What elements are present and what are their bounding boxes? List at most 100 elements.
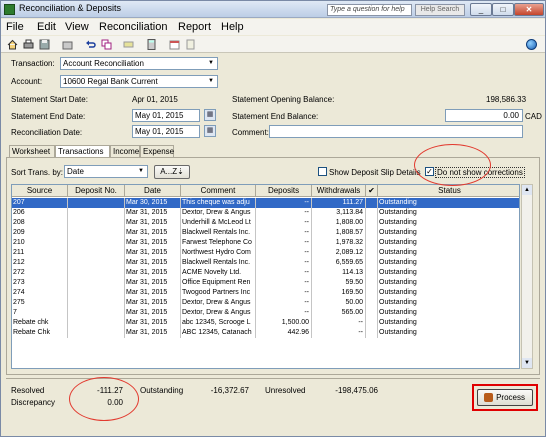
menu-help[interactable]: Help [221,21,244,33]
close-button[interactable]: ✕ [514,3,544,16]
table-row[interactable]: 274 Mar 31, 2015 Twogood Partners Inc -- 169… [12,288,519,298]
transaction-select[interactable]: Account Reconciliation ▼ [60,57,218,70]
end-date-label: Statement End Date: [11,112,86,121]
menu-report[interactable]: Report [178,21,211,33]
column-cleared-check[interactable]: ✔ [366,185,378,197]
table-row[interactable]: 209 Mar 31, 2015 Blackwell Rentals Inc. -- 1… [12,228,519,238]
undo-icon[interactable] [85,39,96,50]
cell-cleared [366,228,378,238]
cell-deposits: 1,500.00 [256,318,312,328]
tab-income[interactable]: Income [110,145,140,157]
cell-comment: Blackwell Rentals Inc. [181,258,256,268]
calendar-icon[interactable] [169,39,180,50]
cell-date: Mar 31, 2015 [125,318,181,328]
open-icon[interactable] [62,39,73,50]
help-question-input[interactable]: Type a question for help [327,4,412,16]
help-search-button[interactable]: Help Search [415,4,465,16]
column-deposits[interactable]: Deposits [256,185,312,197]
cell-deposit-no [68,258,125,268]
account-select-value: 10600 Regal Bank Current [63,77,158,86]
menu-edit[interactable]: Edit [37,21,56,33]
cell-source: 275 [12,298,68,308]
table-row[interactable]: Rebate Chk Mar 31, 2015 ABC 12345, Catanac… [12,328,519,338]
cell-source: 207 [12,198,68,208]
column-source[interactable]: Source [12,185,68,197]
cell-comment: ACME Novelty Ltd. [181,268,256,278]
tab-worksheet[interactable]: Worksheet [9,145,55,157]
menu-file[interactable]: File [6,21,24,33]
cell-cleared [366,208,378,218]
table-row[interactable]: 208 Mar 31, 2015 Underhill & McLeod Lt -- 1,… [12,218,519,228]
vertical-scrollbar[interactable]: ▲ ▼ [521,184,533,369]
start-date-label: Statement Start Date: [11,95,88,104]
toolbar [1,36,545,53]
table-row[interactable]: 207 Mar 30, 2015 This cheque was adju -- 111… [12,198,519,208]
cell-deposits: 442.96 [256,328,312,338]
cell-date: Mar 31, 2015 [125,298,181,308]
column-deposit-no[interactable]: Deposit No. [68,185,125,197]
cell-comment: Farwest Telephone Co [181,238,256,248]
annotation-ellipse-corrections [414,144,491,186]
notes-icon[interactable] [185,39,196,50]
comment-label: Comment: [232,128,269,137]
column-date[interactable]: Date [125,185,181,197]
cell-comment: Office Equipment Ren [181,278,256,288]
outstanding-label: Outstanding [140,386,184,395]
table-row[interactable]: 272 Mar 31, 2015 ACME Novelty Ltd. -- 114.13… [12,268,519,278]
table-row[interactable]: 210 Mar 31, 2015 Farwest Telephone Co -- 1,9… [12,238,519,248]
cell-date: Mar 31, 2015 [125,208,181,218]
cell-date: Mar 31, 2015 [125,328,181,338]
table-row[interactable]: 275 Mar 31, 2015 Dextor, Drew & Angus -- 50.… [12,298,519,308]
sort-az-button[interactable]: A...Z⇣ [154,165,190,179]
column-comment[interactable]: Comment [181,185,256,197]
cell-withdrawals: 3,113.84 [312,208,366,218]
column-withdrawals[interactable]: Withdrawals [312,185,366,197]
cell-date: Mar 31, 2015 [125,238,181,248]
account-select[interactable]: 10600 Regal Bank Current ▼ [60,75,218,88]
cell-status: Outstanding [378,228,519,238]
table-row[interactable]: 211 Mar 31, 2015 Northwest Hydro Com -- 2,08… [12,248,519,258]
end-date-field[interactable]: May 01, 2015 [132,109,200,122]
highlight-icon[interactable] [123,39,134,50]
cell-cleared [366,238,378,248]
cell-comment: Dextor, Drew & Angus [181,298,256,308]
minimize-button[interactable]: _ [470,3,492,16]
table-row[interactable]: 273 Mar 31, 2015 Office Equipment Ren -- 59.… [12,278,519,288]
print-icon[interactable] [23,39,34,50]
globe-icon[interactable] [526,39,537,50]
home-icon[interactable] [7,39,18,50]
show-deposit-slip-checkbox[interactable] [318,167,327,176]
sort-select[interactable]: Date ▼ [64,165,148,178]
cell-deposit-no [68,228,125,238]
table-row[interactable]: 7 Mar 31, 2015 Dextor, Drew & Angus -- 565.0… [12,308,519,318]
tab-expense[interactable]: Expense [140,145,174,157]
table-row[interactable]: 212 Mar 31, 2015 Blackwell Rentals Inc. -- 6… [12,258,519,268]
table-row[interactable]: Rebate chk Mar 31, 2015 abc 12345, Scrooge… [12,318,519,328]
cell-deposits: -- [256,198,312,208]
table-row[interactable]: 206 Mar 31, 2015 Dextor, Drew & Angus -- 3,1… [12,208,519,218]
comment-field[interactable] [269,125,523,138]
cell-cleared [366,328,378,338]
calendar-icon[interactable]: ▦ [204,125,216,137]
sort-label: Sort Trans. by: [11,168,64,177]
recon-date-field[interactable]: May 01, 2015 [132,125,200,138]
resolved-label: Resolved [11,386,45,395]
save-icon[interactable] [39,39,50,50]
show-deposit-slip-label: Show Deposit Slip Details [329,168,421,177]
calendar-icon[interactable]: ▦ [204,109,216,121]
scroll-down-icon[interactable]: ▼ [522,358,532,368]
end-balance-field[interactable]: 0.00 [445,109,523,122]
copy-icon[interactable] [101,39,112,50]
annotation-ellipse-resolved [69,377,139,421]
transaction-label: Transaction: [11,59,55,68]
maximize-button[interactable]: □ [492,3,514,16]
menu-reconciliation[interactable]: Reconciliation [99,21,167,33]
cell-status: Outstanding [378,308,519,318]
calculator-icon[interactable] [146,39,157,50]
menu-view[interactable]: View [65,21,89,33]
column-status[interactable]: Status [378,185,519,197]
cell-withdrawals: 1,978.32 [312,238,366,248]
scroll-up-icon[interactable]: ▲ [522,185,532,195]
cell-comment: Dextor, Drew & Angus [181,308,256,318]
currency-label: CAD [525,112,542,121]
